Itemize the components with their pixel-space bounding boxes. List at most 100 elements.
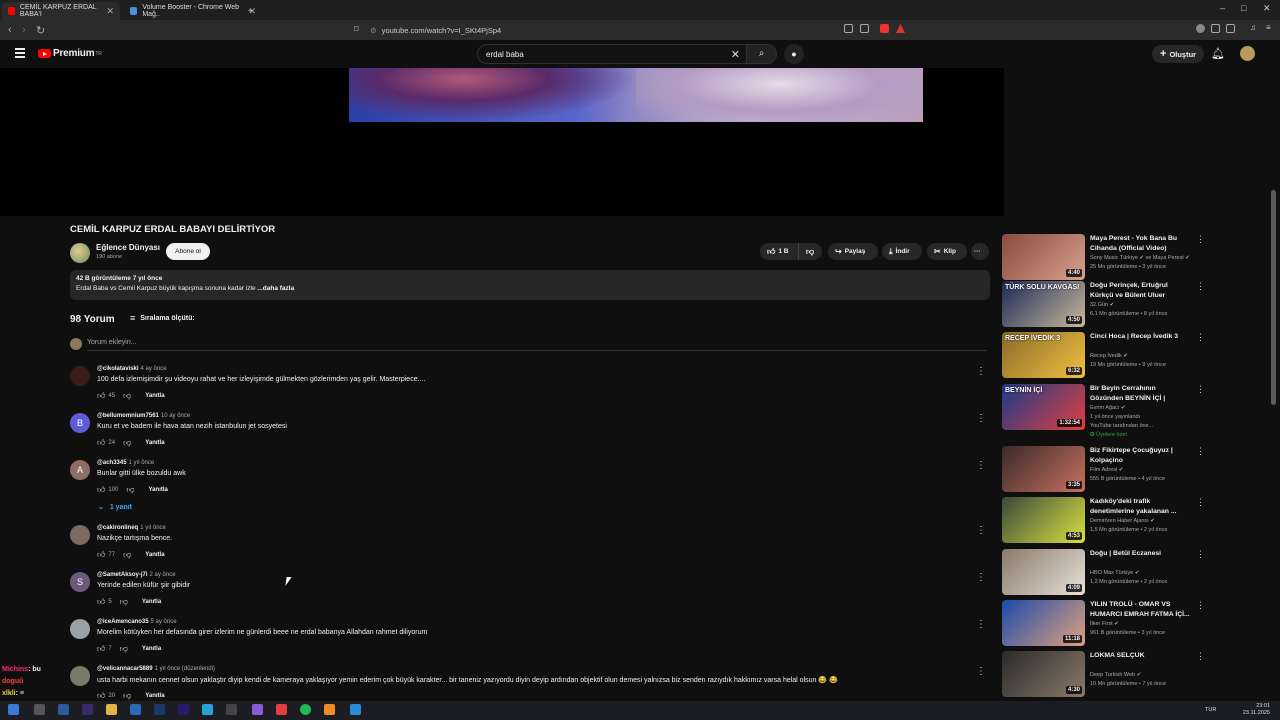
more-actions-button[interactable]: ··· — [971, 243, 989, 260]
commenter-avatar[interactable] — [70, 525, 90, 545]
comment-author[interactable]: @cikolataviski — [97, 366, 139, 372]
video-thumbnail[interactable]: RECEP İVEDİK 3 6:32 — [1002, 332, 1085, 378]
thumbs-up-icon[interactable]: 👍︎ — [97, 691, 105, 701]
comment-time[interactable]: 5 ay önce — [151, 619, 177, 625]
comment-author[interactable]: @ach3345 — [97, 460, 127, 466]
subscribe-button[interactable]: Abone ol — [166, 243, 210, 260]
recommended-video[interactable]: RECEP İVEDİK 3 6:32 Cinci Hoca | Recep İve… — [1002, 332, 1272, 378]
epic-icon[interactable] — [226, 704, 237, 715]
url-field[interactable]: ⚙ youtube.com/watch?v=I_SKt4PjSp4 — [370, 23, 910, 37]
obs-icon[interactable] — [276, 704, 287, 715]
channel-name[interactable]: Deep Turkish Web ✔ — [1090, 672, 1141, 678]
comment-menu-icon[interactable]: ⋮ — [976, 619, 986, 630]
dislike-button[interactable]: 👎︎ — [798, 243, 822, 260]
channel-name[interactable]: Demirören Haber Ajansı ✔ — [1090, 518, 1155, 524]
reload-icon[interactable]: ↻ — [36, 24, 45, 37]
comment-time[interactable]: 1 yıl önce — [140, 525, 166, 531]
close-tab-icon[interactable]: ✕ — [106, 6, 114, 17]
channel-avatar[interactable] — [70, 243, 90, 263]
reply-button[interactable]: Yanıtla — [142, 599, 161, 605]
comment-menu-icon[interactable]: ⋮ — [976, 413, 986, 424]
video-player[interactable] — [0, 68, 1004, 216]
maximize-icon[interactable]: □ — [1241, 3, 1246, 13]
channel-name[interactable]: HBO Max Türkiye ✔ — [1090, 570, 1139, 576]
menu-icon[interactable]: ≡ — [1266, 23, 1275, 32]
video-title[interactable]: Maya Perest - Yok Bana Bu Cihanda (Offic… — [1090, 234, 1190, 254]
comment-author[interactable]: @iceAmencano35 — [97, 619, 149, 625]
comment-menu-icon[interactable]: ⋮ — [976, 525, 986, 536]
search-input[interactable]: erdal baba ✕ — [477, 44, 747, 64]
thumbs-down-icon[interactable]: 👎︎ — [123, 438, 131, 448]
sidebar-icon[interactable] — [1226, 24, 1235, 33]
media-icon[interactable]: ♫ — [1250, 23, 1259, 32]
thumbs-up-icon[interactable]: 👍︎ — [97, 485, 105, 495]
puzzle-icon[interactable] — [1211, 24, 1220, 33]
video-menu-icon[interactable]: ⋮ — [1196, 651, 1205, 662]
video-thumbnail[interactable]: 3:35 — [1002, 446, 1085, 492]
channel-name[interactable]: Film Adresi ✔ — [1090, 467, 1123, 473]
recommended-video[interactable]: 4:53 Kadıköy'deki trafik denetimlerine ya… — [1002, 497, 1272, 543]
like-button[interactable]: 👍︎ 1 B — [760, 243, 798, 260]
commenter-avatar[interactable] — [70, 666, 90, 686]
video-title[interactable]: Kadıköy'deki trafik denetimlerine yakala… — [1090, 497, 1190, 517]
share-page-icon[interactable] — [860, 24, 869, 33]
brave-shield-icon[interactable] — [880, 24, 889, 33]
recommended-video[interactable]: TÜRK SOLU KAVGASI 4:50 Doğu Perinçek, Ertu… — [1002, 281, 1272, 327]
clear-search-icon[interactable]: ✕ — [731, 48, 740, 61]
reply-button[interactable]: Yanıtla — [145, 693, 164, 699]
comment-author[interactable]: @cakironlineq — [97, 525, 138, 531]
photoshop-icon[interactable] — [154, 704, 165, 715]
thumbs-down-icon[interactable]: 👎︎ — [123, 550, 131, 560]
tab-youtube[interactable]: CEMİL KARPUZ ERDAL BABA'I ✕ — [2, 2, 120, 20]
video-menu-icon[interactable]: ⋮ — [1196, 497, 1205, 508]
recommended-video[interactable]: 4:30 LOKMA SELÇUK Deep Turkish Web ✔ 10 Mn … — [1002, 651, 1272, 697]
thumbs-down-icon[interactable]: 👎︎ — [126, 485, 134, 495]
clip-button[interactable]: ✂ Klip — [927, 243, 967, 260]
channel-name[interactable]: 32.Gün ✔ — [1090, 302, 1114, 308]
extension-icon[interactable] — [1196, 24, 1205, 33]
reply-button[interactable]: Yanıtla — [145, 440, 164, 446]
video-menu-icon[interactable]: ⋮ — [1196, 549, 1205, 560]
channel-name[interactable]: Evrim Ağacı ✔ — [1090, 405, 1125, 411]
comment-time[interactable]: 1 yıl önce (düzenlendi) — [155, 666, 215, 672]
video-menu-icon[interactable]: ⋮ — [1196, 332, 1205, 343]
commenter-avatar[interactable] — [70, 619, 90, 639]
search-button[interactable]: ⌕ — [747, 44, 777, 64]
sort-button[interactable]: ≡ Sıralama ölçütü: — [130, 313, 195, 323]
video-thumbnail[interactable]: 4:40 — [1002, 234, 1085, 280]
comment-author[interactable]: @SametAksoy-j7i — [97, 572, 148, 578]
thumbs-up-icon[interactable]: 👍︎ — [97, 597, 105, 607]
video-title[interactable]: YILIN TROLÜ - OMAR VS HUMARCI EMRAH FATM… — [1090, 600, 1190, 620]
commenter-avatar[interactable]: B — [70, 413, 90, 433]
page-scrollbar[interactable] — [1271, 190, 1276, 405]
video-title[interactable]: Cinci Hoca | Recep İvedik 3 — [1090, 332, 1190, 342]
reply-button[interactable]: Yanıtla — [142, 646, 161, 652]
video-thumbnail[interactable]: 11:18 — [1002, 600, 1085, 646]
task-view-icon[interactable] — [58, 704, 69, 715]
new-tab-button[interactable]: + — [248, 2, 262, 20]
comment-menu-icon[interactable]: ⋮ — [976, 572, 986, 583]
thumbs-down-icon[interactable]: 👎︎ — [120, 597, 128, 607]
thumbs-down-icon[interactable]: 👎︎ — [123, 691, 131, 701]
recommended-video[interactable]: 3:35 Biz Fikirtepe Çocuğuyuz | Kolpaçino F… — [1002, 446, 1272, 492]
recommended-video[interactable]: 4:09 Doğu | Betül Eczanesi HBO Max Türkiye… — [1002, 549, 1272, 595]
account-avatar[interactable] — [1240, 46, 1255, 61]
video-thumbnail[interactable]: 4:53 — [1002, 497, 1085, 543]
clock[interactable]: 23:01 23.11.2025 — [1243, 703, 1270, 717]
telegram-icon[interactable] — [202, 704, 213, 715]
thumbs-up-icon[interactable]: 👍︎ — [97, 438, 105, 448]
video-menu-icon[interactable]: ⋮ — [1196, 234, 1205, 245]
reply-button[interactable]: Yanıtla — [149, 487, 168, 493]
comment-menu-icon[interactable]: ⋮ — [976, 666, 986, 677]
comment-time[interactable]: 10 ay önce — [161, 413, 190, 419]
commenter-avatar[interactable]: S — [70, 572, 90, 592]
youtube-premium-logo[interactable]: Premium TR — [38, 48, 102, 59]
reply-button[interactable]: Yanıtla — [145, 393, 164, 399]
commenter-avatar[interactable] — [70, 366, 90, 386]
commenter-avatar[interactable]: A — [70, 460, 90, 480]
show-replies-button[interactable]: ⌄ 1 yanıt — [98, 503, 132, 511]
reply-button[interactable]: Yanıtla — [145, 552, 164, 558]
vlc-icon[interactable] — [324, 704, 335, 715]
forward-icon[interactable]: › — [22, 24, 26, 36]
video-title[interactable]: Bir Beyin Cerrahının Gözünden BEYNİN İÇİ… — [1090, 384, 1190, 404]
